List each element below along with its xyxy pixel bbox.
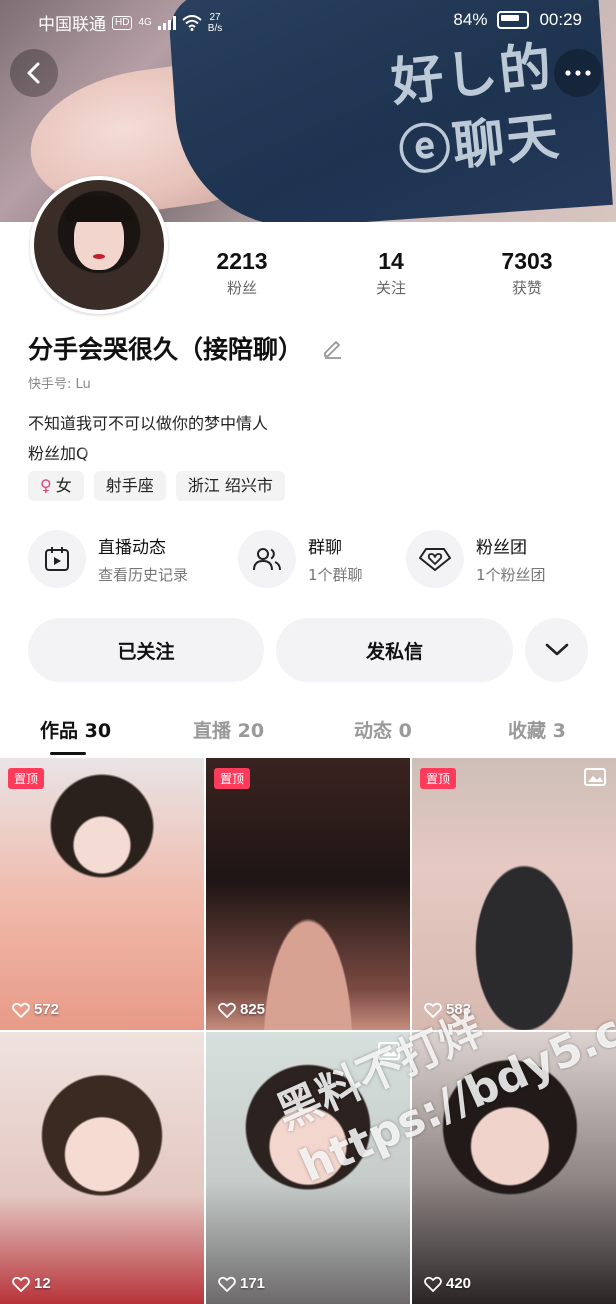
stat-value: 14	[378, 248, 404, 274]
pinned-badge: 置顶	[420, 768, 457, 789]
pinned-badge: 置顶	[214, 768, 251, 789]
message-button[interactable]: 发私信	[276, 618, 513, 682]
more-button[interactable]	[554, 49, 602, 97]
likes-count: 420	[446, 1275, 472, 1292]
bio-line-1: 不知道我可不可以做你的梦中情人	[28, 414, 269, 433]
back-button[interactable]	[10, 49, 58, 97]
chevron-left-icon	[27, 62, 40, 84]
more-dots-icon	[565, 70, 591, 76]
chevron-down-icon	[545, 643, 568, 656]
post-thumbnail[interactable]: 置顶 825	[206, 758, 410, 1030]
tag-gender: ♀ 女	[28, 471, 84, 501]
stat-label: 关注	[375, 279, 406, 297]
post-likes: 12	[12, 1275, 51, 1292]
tag-location: 浙江 绍兴市	[175, 471, 285, 501]
post-likes: 420	[424, 1275, 471, 1292]
network-speed: 27 B/s	[208, 12, 222, 34]
network-speed-value: 27	[209, 11, 221, 23]
signal-icon	[157, 15, 176, 30]
avatar-hair	[66, 196, 132, 222]
feature-row: 直播动态 查看历史记录 群聊 1个群聊 粉丝团 1个粉丝团	[0, 530, 616, 592]
pinned-badge: 置顶	[8, 768, 45, 789]
carrier-label: 中国联通	[38, 15, 106, 34]
redaction-smudge	[86, 434, 236, 462]
feature-live-history[interactable]: 直播动态 查看历史记录	[28, 530, 188, 588]
tag-label: 女	[55, 476, 72, 495]
feature-group-chat[interactable]: 群聊 1个群聊	[238, 530, 363, 588]
likes-count: 572	[34, 1001, 60, 1018]
feature-fan-club[interactable]: 粉丝团 1个粉丝团	[406, 530, 546, 588]
feature-title: 群聊	[308, 538, 342, 558]
stat-likes[interactable]: 7303 获赞	[467, 248, 587, 298]
tab-favorites[interactable]: 收藏 3	[508, 716, 566, 743]
name-row: 分手会哭很久（接陪聊）	[28, 330, 345, 366]
network-type: 4G	[138, 17, 152, 28]
wifi-icon	[182, 14, 202, 31]
network-speed-unit: B/s	[207, 22, 223, 34]
feature-icon-wrap	[28, 530, 86, 588]
likes-count: 12	[34, 1275, 51, 1292]
feature-title: 粉丝团	[476, 538, 527, 558]
tab-works[interactable]: 作品 30	[40, 716, 111, 743]
heart-badge-icon	[419, 548, 451, 571]
expand-button[interactable]	[525, 618, 588, 682]
post-likes: 572	[12, 1001, 59, 1018]
profile-name: 分手会哭很久（接陪聊）	[28, 335, 304, 364]
group-icon	[253, 548, 281, 571]
feature-subtitle: 查看历史记录	[98, 566, 189, 584]
feature-icon-wrap	[238, 530, 296, 588]
post-likes: 171	[218, 1275, 265, 1292]
calendar-play-icon	[45, 547, 69, 571]
feature-subtitle: 1个粉丝团	[476, 566, 546, 584]
content-tabs: 作品 30 直播 20 动态 0 收藏 3	[0, 712, 616, 756]
feature-icon-wrap	[406, 530, 464, 588]
kuaishou-id[interactable]: 快手号: Lu	[28, 373, 91, 392]
stat-value: 2213	[216, 248, 268, 274]
heart-outline-icon	[12, 1002, 30, 1018]
profile-tags: ♀ 女 射手座 浙江 绍兴市	[28, 471, 285, 501]
heart-outline-icon	[218, 1002, 236, 1018]
post-likes: 825	[218, 1001, 265, 1018]
tab-moments[interactable]: 动态 0	[354, 716, 412, 743]
profile-stats: 2213 粉丝 14 关注 7303 获赞	[0, 248, 616, 308]
post-thumbnail[interactable]: 12	[0, 1032, 204, 1304]
banner-overlay-text: 好し的 ⓔ聊天	[388, 32, 564, 188]
likes-count: 171	[240, 1275, 266, 1292]
status-bar: 中国联通 HD 4G 27 B/s 84% 00:29	[0, 0, 616, 44]
image-icon	[584, 768, 606, 786]
likes-count: 825	[240, 1001, 266, 1018]
tag-zodiac: 射手座	[93, 471, 166, 501]
stat-fans[interactable]: 2213 粉丝	[182, 248, 302, 298]
battery-icon	[497, 11, 530, 29]
heart-outline-icon	[12, 1276, 30, 1292]
stat-label: 获赞	[511, 279, 542, 297]
hd-badge: HD	[112, 15, 133, 30]
bio-line-2: 粉丝加Q	[28, 444, 89, 463]
feature-title: 直播动态	[98, 538, 166, 558]
heart-outline-icon	[424, 1276, 442, 1292]
female-icon: ♀	[40, 476, 52, 495]
heart-outline-icon	[218, 1276, 236, 1292]
action-buttons: 已关注 发私信	[0, 618, 616, 682]
clock: 00:29	[539, 10, 582, 29]
stat-label: 粉丝	[226, 279, 257, 297]
edit-pencil-icon[interactable]	[321, 336, 345, 360]
tab-live[interactable]: 直播 20	[193, 716, 264, 743]
stat-following[interactable]: 14 关注	[331, 248, 451, 298]
followed-button[interactable]: 已关注	[28, 618, 264, 682]
active-tab-indicator	[50, 752, 86, 755]
post-thumbnail[interactable]: 置顶 572	[0, 758, 204, 1030]
redaction-smudge	[96, 366, 176, 392]
battery-percent: 84%	[453, 10, 488, 29]
stat-value: 7303	[501, 248, 553, 274]
feature-subtitle: 1个群聊	[308, 566, 363, 584]
